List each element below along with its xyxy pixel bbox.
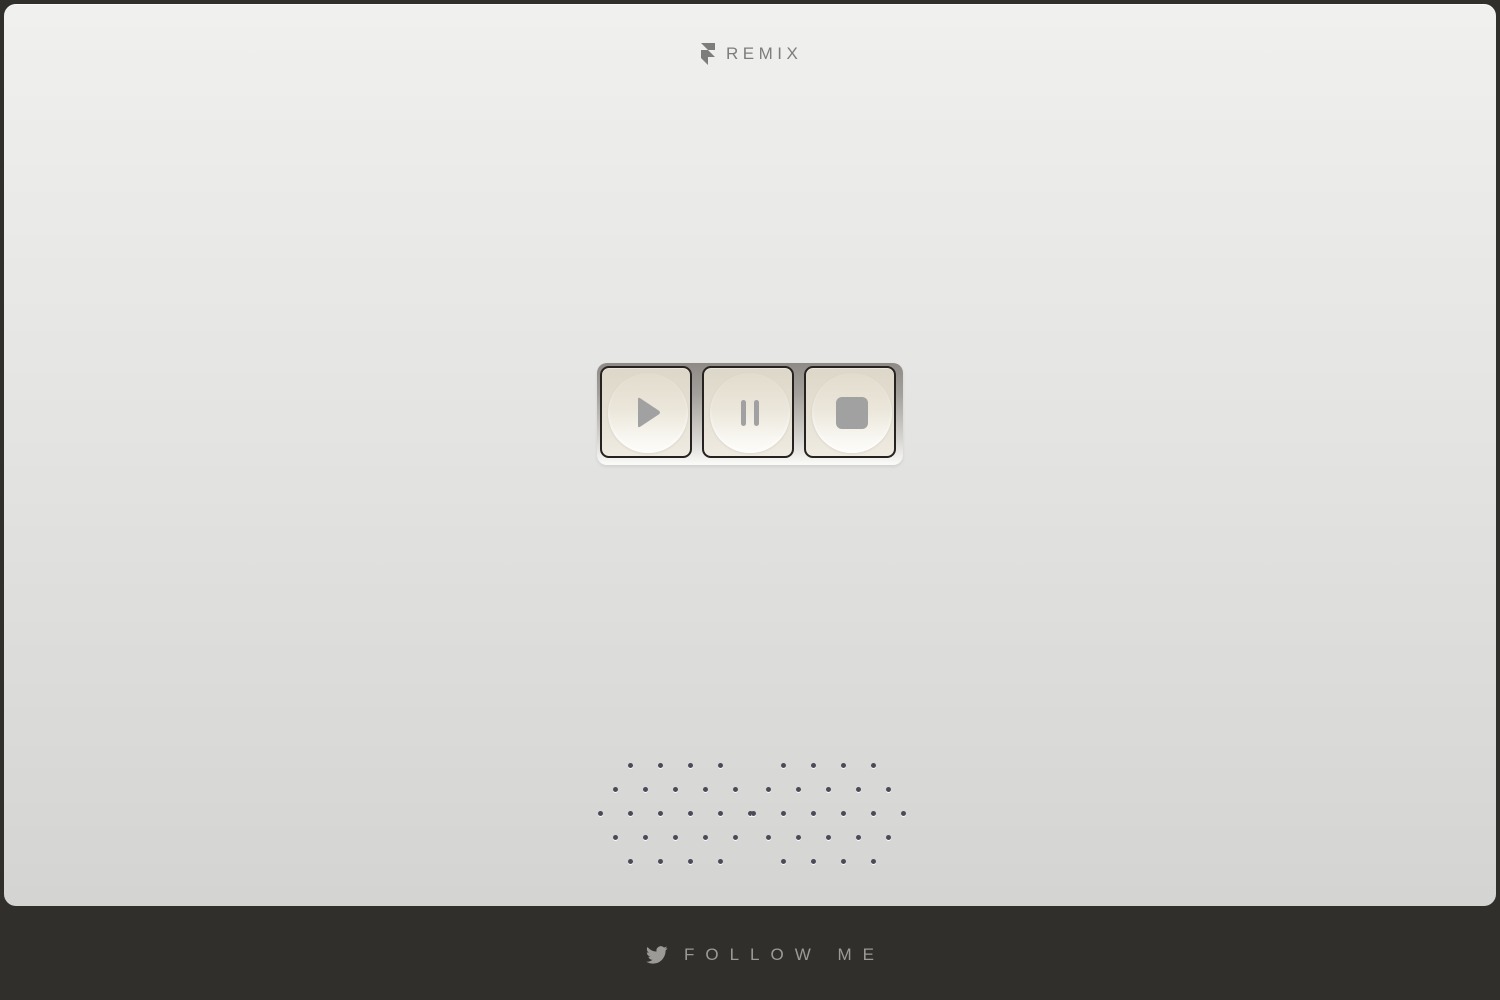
speaker-dot xyxy=(732,786,738,792)
speaker-dot xyxy=(810,858,816,864)
speaker-dot xyxy=(780,762,786,768)
speaker-dot xyxy=(795,786,801,792)
speaker-dot xyxy=(870,810,876,816)
speaker-dot xyxy=(597,810,603,816)
speaker-dot xyxy=(702,786,708,792)
speaker-dot xyxy=(795,834,801,840)
stop-button[interactable] xyxy=(804,366,896,458)
framer-logo-icon xyxy=(701,43,715,65)
speaker-dot xyxy=(825,786,831,792)
pause-button[interactable] xyxy=(702,366,794,458)
speaker-grille xyxy=(590,755,910,871)
play-icon xyxy=(638,397,660,428)
twitter-bird-icon xyxy=(646,946,668,964)
speaker-dot xyxy=(765,834,771,840)
speaker-dot xyxy=(642,786,648,792)
remix-link[interactable]: REMIX xyxy=(700,42,802,66)
speaker-dot xyxy=(870,762,876,768)
speaker-dot xyxy=(870,858,876,864)
play-button-dome xyxy=(608,373,688,453)
speaker-dot xyxy=(627,762,633,768)
speaker-dot xyxy=(855,786,861,792)
speaker-dot xyxy=(780,810,786,816)
pause-button-dome xyxy=(710,373,790,453)
remix-label: REMIX xyxy=(726,44,803,63)
stop-button-dome xyxy=(812,373,892,453)
speaker-dot xyxy=(717,858,723,864)
speaker-dot xyxy=(810,762,816,768)
speaker-dot xyxy=(840,858,846,864)
follow-me-label: FOLLOW ME xyxy=(684,945,886,964)
speaker-dot xyxy=(627,810,633,816)
stop-icon xyxy=(836,397,868,429)
speaker-dot xyxy=(840,762,846,768)
speaker-dot xyxy=(732,834,738,840)
speaker-dot xyxy=(702,834,708,840)
speaker-dot xyxy=(885,834,891,840)
speaker-dot xyxy=(657,858,663,864)
pause-icon xyxy=(741,400,759,426)
speaker-dot xyxy=(885,786,891,792)
speaker-dot xyxy=(687,858,693,864)
speaker-dot xyxy=(780,858,786,864)
speaker-dot xyxy=(717,762,723,768)
speaker-dot xyxy=(612,786,618,792)
speaker-dot xyxy=(765,786,771,792)
speaker-dot xyxy=(750,810,756,816)
speaker-dot xyxy=(900,810,906,816)
speaker-dot xyxy=(672,834,678,840)
speaker-dot xyxy=(642,834,648,840)
speaker-dot xyxy=(627,858,633,864)
speaker-dot xyxy=(687,762,693,768)
follow-me-link[interactable]: FOLLOW ME xyxy=(646,944,885,966)
speaker-dot xyxy=(612,834,618,840)
speaker-dot xyxy=(657,762,663,768)
media-control-tray xyxy=(597,363,903,465)
speaker-dot xyxy=(672,786,678,792)
speaker-dot xyxy=(810,810,816,816)
speaker-dot xyxy=(657,810,663,816)
speaker-dot xyxy=(717,810,723,816)
speaker-dot xyxy=(687,810,693,816)
speaker-dot xyxy=(855,834,861,840)
play-button[interactable] xyxy=(600,366,692,458)
speaker-dot xyxy=(825,834,831,840)
speaker-dot xyxy=(840,810,846,816)
